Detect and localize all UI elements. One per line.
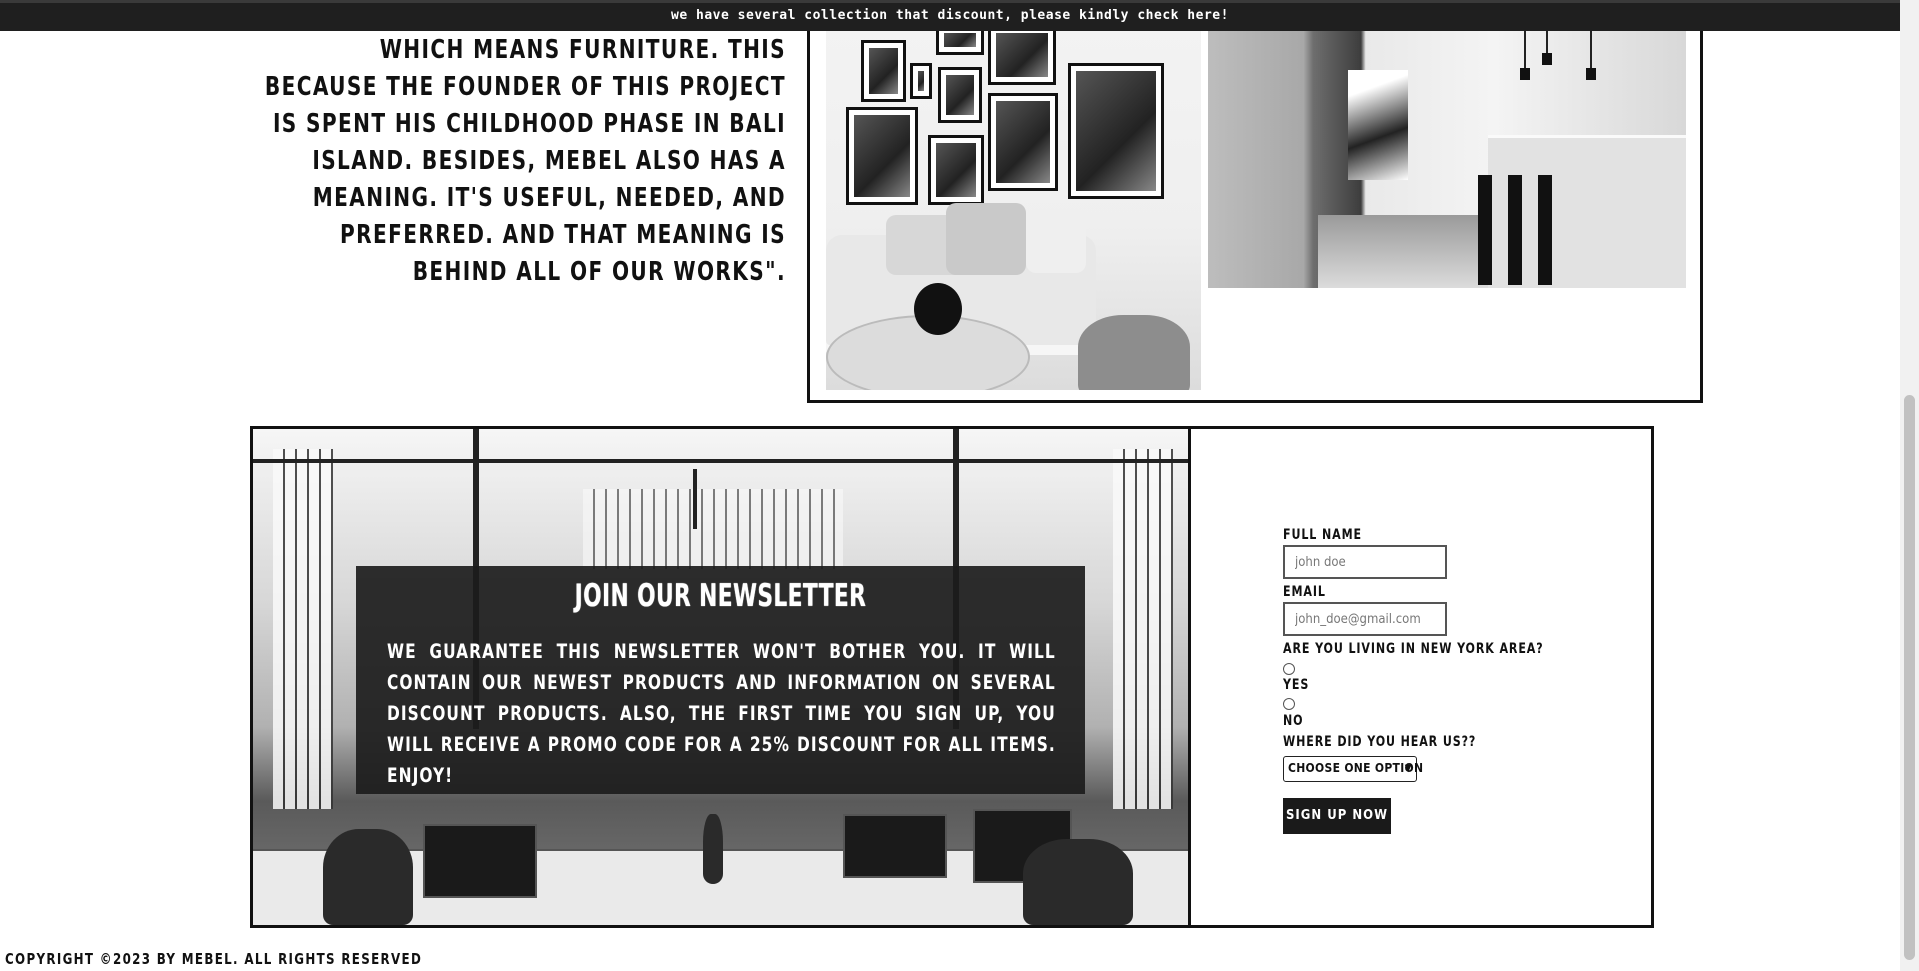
email-label: EMAIL [1283,584,1326,600]
promo-banner[interactable]: we have several collection that discount… [0,0,1900,31]
hear-us-select[interactable]: CHOOSE ONE OPTION ▼ [1283,756,1423,782]
office-background-photo: JOIN OUR NEWSLETTER We guarantee this ne… [253,429,1191,925]
newsletter-section: JOIN OUR NEWSLETTER We guarantee this ne… [250,426,1654,928]
full-name-input[interactable] [1283,545,1447,579]
page-scrollbar[interactable] [1900,0,1919,971]
ny-question-label: ARE YOU LIVING IN NEW YORK AREA? [1283,641,1544,657]
newsletter-title: JOIN OUR NEWSLETTER [574,578,867,614]
chevron-down-icon: ▼ [1404,763,1412,774]
sign-up-button[interactable]: SIGN UP NOW [1283,798,1391,834]
hear-us-selected-value: CHOOSE ONE OPTION [1288,761,1424,775]
no-radio[interactable] [1283,698,1295,710]
newsletter-overlay: JOIN OUR NEWSLETTER We guarantee this ne… [356,566,1085,794]
yes-label: YES [1283,677,1310,693]
living-room-photo [826,25,1201,390]
scrollbar-thumb[interactable] [1904,395,1915,960]
about-quote: WHICH MEANS FURNITURE. THIS BECAUSE THE … [264,35,787,287]
kitchen-photo [1208,25,1686,288]
copyright-text: COPYRIGHT ©2023 BY MEBEL. ALL RIGHTS RES… [5,950,423,968]
full-name-label: FULL NAME [1283,527,1362,543]
hear-us-label: WHERE DID YOU HEAR US?? [1283,734,1477,750]
yes-radio[interactable] [1283,663,1295,675]
email-input[interactable] [1283,602,1447,636]
no-label: NO [1283,713,1304,729]
newsletter-form: FULL NAME EMAIL ARE YOU LIVING IN NEW YO… [1283,429,1643,925]
gallery-frame [807,0,1703,403]
newsletter-description: We guarantee this newsletter won't bothe… [387,640,1056,787]
